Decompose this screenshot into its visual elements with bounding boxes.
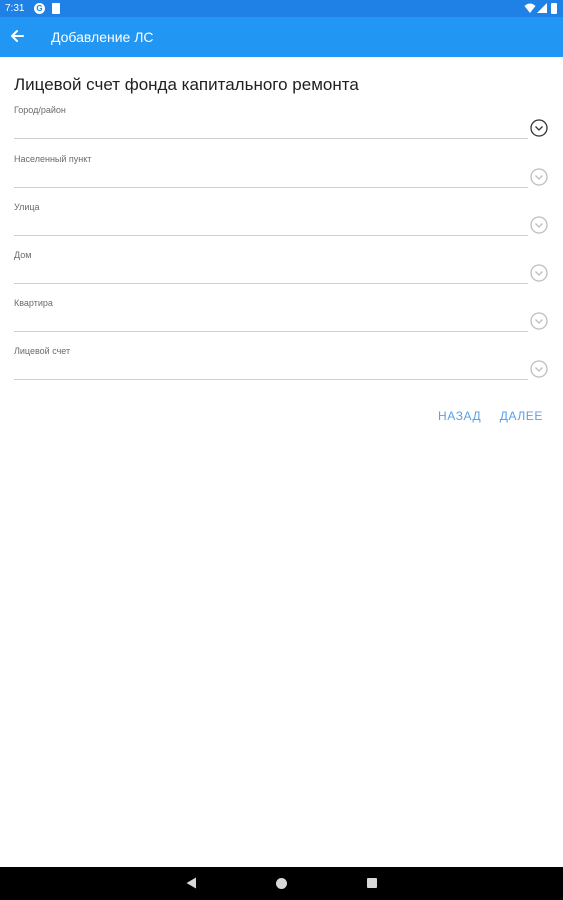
- street-input[interactable]: [14, 215, 528, 235]
- system-navigation-bar: [0, 867, 563, 900]
- chevron-down-circle-icon[interactable]: [529, 263, 549, 283]
- field-apartment: Квартира: [14, 298, 549, 346]
- apartment-input[interactable]: [14, 311, 528, 331]
- signal-icon: [537, 3, 547, 13]
- field-label: Населенный пункт: [14, 154, 92, 164]
- chevron-down-circle-icon[interactable]: [529, 359, 549, 379]
- field-house: Дом: [14, 250, 549, 298]
- settlement-input[interactable]: [14, 167, 528, 187]
- city-district-input[interactable]: [14, 118, 528, 138]
- field-underline: [14, 187, 528, 188]
- field-label: Лицевой счет: [14, 346, 71, 356]
- field-label: Город/район: [14, 105, 66, 115]
- sim-card-icon: [52, 3, 60, 14]
- field-street: Улица: [14, 202, 549, 250]
- field-personal-account: Лицевой счет: [14, 346, 549, 394]
- next-button[interactable]: ДАЛЕЕ: [500, 409, 543, 423]
- square-recents-icon[interactable]: [367, 878, 377, 888]
- house-input[interactable]: [14, 263, 528, 283]
- field-underline: [14, 138, 528, 139]
- status-bar: 7:31 G: [0, 0, 563, 17]
- triangle-back-icon[interactable]: [186, 877, 197, 889]
- status-time: 7:31: [5, 3, 25, 14]
- form-title: Лицевой счет фонда капитального ремонта: [14, 75, 359, 94]
- personal-account-input[interactable]: [14, 359, 528, 379]
- field-underline: [14, 235, 528, 236]
- app-bar-title: Добавление ЛС: [51, 29, 154, 45]
- field-underline: [14, 379, 528, 380]
- battery-icon: [551, 3, 557, 14]
- app-bar: Добавление ЛС: [0, 17, 563, 57]
- circle-home-icon[interactable]: [276, 878, 287, 889]
- notification-g-icon: G: [34, 3, 45, 14]
- wifi-icon: [524, 3, 536, 13]
- form-actions: НАЗАД ДАЛЕЕ: [424, 407, 543, 425]
- field-label: Квартира: [14, 298, 53, 308]
- chevron-down-circle-icon[interactable]: [529, 167, 549, 187]
- field-underline: [14, 283, 528, 284]
- arrow-left-icon[interactable]: [9, 28, 25, 44]
- field-label: Дом: [14, 250, 32, 260]
- chevron-down-circle-icon[interactable]: [529, 118, 549, 138]
- field-city-district: Город/район: [14, 105, 549, 153]
- back-button[interactable]: НАЗАД: [438, 409, 481, 423]
- field-settlement: Населенный пункт: [14, 154, 549, 202]
- field-label: Улица: [14, 202, 40, 212]
- chevron-down-circle-icon[interactable]: [529, 311, 549, 331]
- chevron-down-circle-icon[interactable]: [529, 215, 549, 235]
- field-underline: [14, 331, 528, 332]
